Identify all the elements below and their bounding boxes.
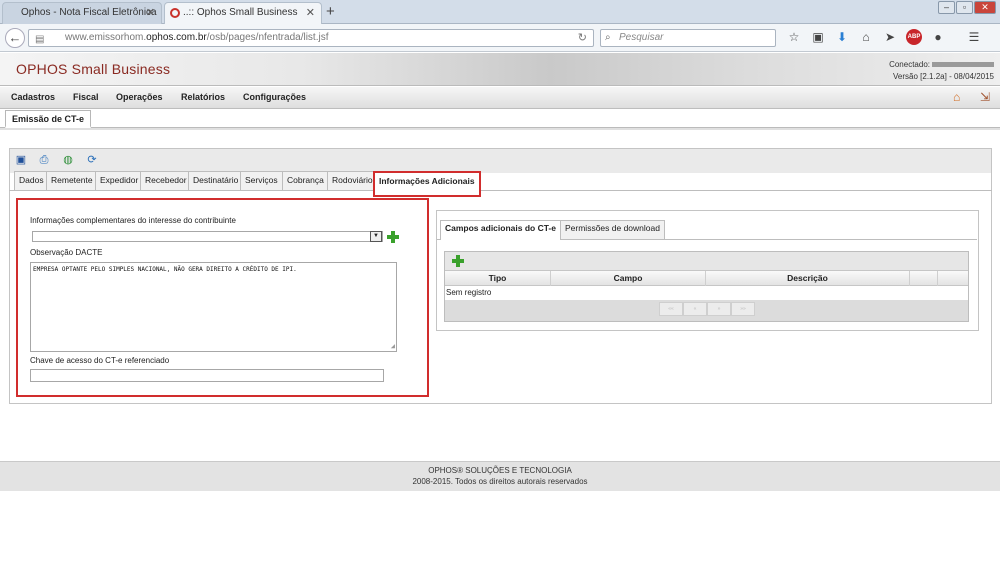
- browser-toolbar: ☆ ▣ ⬇ ⌂ ➤ ABP ● ☰: [786, 29, 982, 45]
- save-icon[interactable]: ▣: [14, 154, 28, 167]
- grid-header: Tipo Campo Descrição: [445, 270, 968, 286]
- column-header-action: [910, 271, 938, 286]
- page-tab-emissao-cte[interactable]: Emissão de CT-e: [5, 110, 92, 128]
- app-header: OPHOS Small Business Conectado: Versão […: [0, 53, 1000, 86]
- observacao-value: EMPRESA OPTANTE PELO SIMPLES NACIONAL, N…: [33, 266, 297, 273]
- search-input[interactable]: ⌕ Pesquisar: [600, 29, 776, 47]
- column-header-tipo[interactable]: Tipo: [445, 271, 551, 286]
- tab-servicos[interactable]: Serviços: [240, 171, 283, 190]
- tab-campos-adicionais[interactable]: Campos adicionais do CT-e: [440, 220, 561, 240]
- back-icon[interactable]: ←: [5, 28, 25, 48]
- url-domain: ophos.com.br: [146, 32, 207, 43]
- chave-label: Chave de acesso do CT-e referenciado: [30, 356, 170, 365]
- search-icon: ⌕: [605, 32, 611, 43]
- browser-tab-title: Ophos - Nota Fiscal Eletrônica: [21, 7, 157, 18]
- refresh-icon[interactable]: ⟳: [85, 154, 99, 167]
- chat-icon[interactable]: ●: [930, 29, 946, 45]
- first-page-button[interactable]: ««: [659, 302, 683, 316]
- inner-tabs-divider: [9, 190, 992, 191]
- browser-tab-title: ..:: Ophos Small Business: [183, 7, 298, 18]
- menu-item-operacoes[interactable]: Operações: [116, 92, 163, 102]
- prev-page-button[interactable]: «: [683, 302, 707, 316]
- grid-toolbar: [445, 252, 968, 270]
- tab-informacoes-adicionais[interactable]: Informações Adicionais: [373, 171, 481, 197]
- reading-list-icon[interactable]: ▣: [810, 29, 826, 45]
- observacao-textarea[interactable]: EMPRESA OPTANTE PELO SIMPLES NACIONAL, N…: [30, 262, 397, 352]
- home-icon[interactable]: ⌂: [953, 91, 966, 104]
- globe-icon[interactable]: ◍: [61, 154, 75, 167]
- download-icon[interactable]: ⬇: [834, 29, 850, 45]
- exit-icon[interactable]: ⇲: [980, 91, 993, 104]
- tab-expedidor[interactable]: Expedidor: [95, 171, 144, 190]
- connected-label: Conectado:: [889, 60, 930, 69]
- tab-cobranca[interactable]: Cobrança: [282, 171, 329, 190]
- browser-tab[interactable]: Ophos - Nota Fiscal Eletrônica ✕: [2, 2, 162, 24]
- resize-grip-icon[interactable]: ◢: [391, 342, 395, 350]
- browser-tab-active[interactable]: ..:: Ophos Small Business ✕: [164, 2, 322, 24]
- chave-input[interactable]: [30, 369, 384, 382]
- observacao-label: Observação DACTE: [30, 248, 103, 257]
- page-tab-divider: [0, 127, 1000, 130]
- close-tab-icon[interactable]: ✕: [146, 3, 155, 23]
- send-icon[interactable]: ➤: [882, 29, 898, 45]
- window-controls: – ▫ ✕: [938, 1, 996, 14]
- bookmark-star-icon[interactable]: ☆: [786, 29, 802, 45]
- column-header-descricao[interactable]: Descrição: [706, 271, 910, 286]
- footer-company: OPHOS® SOLUÇÕES E TECNOLOGIA: [428, 466, 572, 475]
- add-info-icon[interactable]: [387, 231, 399, 243]
- menu-item-cadastros[interactable]: Cadastros: [11, 92, 55, 102]
- version-text: Versão [2.1.2a] - 08/04/2015: [893, 72, 994, 81]
- tab-permissoes-download[interactable]: Permissões de download: [560, 220, 665, 239]
- adblock-icon[interactable]: ABP: [906, 29, 922, 45]
- pager: «« « » »»: [659, 302, 755, 316]
- app-brand: OPHOS Small Business: [16, 61, 171, 77]
- panel-toolbar: ▣ ⎙ ◍ ⟳: [10, 149, 991, 173]
- close-window-icon[interactable]: ✕: [974, 1, 996, 14]
- empty-row: Sem registro: [445, 286, 968, 300]
- page-info-icon[interactable]: ▤: [35, 32, 44, 48]
- url-bar[interactable]: ▤ www.emissorhom.ophos.com.br/osb/pages/…: [28, 29, 594, 47]
- print-icon[interactable]: ⎙: [37, 154, 51, 167]
- home-browser-icon[interactable]: ⌂: [858, 29, 874, 45]
- browser-nav-bar: ← ▤ www.emissorhom.ophos.com.br/osb/page…: [0, 24, 1000, 52]
- maximize-icon[interactable]: ▫: [956, 1, 973, 14]
- redacted-user: [932, 62, 994, 68]
- connection-info: Conectado: Versão [2.1.2a] - 08/04/2015: [889, 59, 994, 83]
- browser-tab-bar: Ophos - Nota Fiscal Eletrônica ✕ ..:: Op…: [0, 0, 1000, 24]
- menu-item-configuracoes[interactable]: Configurações: [243, 92, 306, 102]
- tab-destinatario[interactable]: Destinatário: [188, 171, 244, 190]
- next-page-button[interactable]: »: [707, 302, 731, 316]
- last-page-button[interactable]: »»: [731, 302, 755, 316]
- reload-icon[interactable]: ↻: [578, 30, 587, 46]
- tab-rodoviario[interactable]: Rodoviário: [327, 171, 378, 190]
- column-header-campo[interactable]: Campo: [551, 271, 706, 286]
- info-complementares-label: Informações complementares do interesse …: [30, 216, 236, 225]
- main-menu: Cadastros Fiscal Operações Relatórios Co…: [0, 87, 1000, 109]
- minimize-icon[interactable]: –: [938, 1, 955, 14]
- tab-remetente[interactable]: Remetente: [46, 171, 98, 190]
- opera-logo-icon: [170, 8, 180, 18]
- search-placeholder: Pesquisar: [619, 32, 664, 43]
- info-complementares-select[interactable]: ▼: [32, 231, 383, 242]
- tab-recebedor[interactable]: Recebedor: [140, 171, 192, 190]
- menu-item-relatorios[interactable]: Relatórios: [181, 92, 225, 102]
- url-prefix: www.emissorhom.: [65, 32, 147, 43]
- new-tab-icon[interactable]: +: [326, 3, 335, 20]
- add-campo-icon[interactable]: [452, 255, 464, 267]
- menu-item-fiscal[interactable]: Fiscal: [73, 92, 99, 102]
- url-path: /osb/pages/nfentrada/list.jsf: [206, 32, 329, 43]
- footer: OPHOS® SOLUÇÕES E TECNOLOGIA 2008-2015. …: [0, 461, 1000, 491]
- chevron-down-icon[interactable]: ▼: [370, 231, 382, 242]
- menu-icon[interactable]: ☰: [966, 29, 982, 45]
- tab-dados[interactable]: Dados: [14, 171, 49, 190]
- footer-copyright: 2008-2015. Todos os direitos autorais re…: [412, 477, 588, 486]
- close-tab-icon[interactable]: ✕: [306, 3, 315, 23]
- campos-grid: Tipo Campo Descrição Sem registro «« « »…: [444, 251, 969, 322]
